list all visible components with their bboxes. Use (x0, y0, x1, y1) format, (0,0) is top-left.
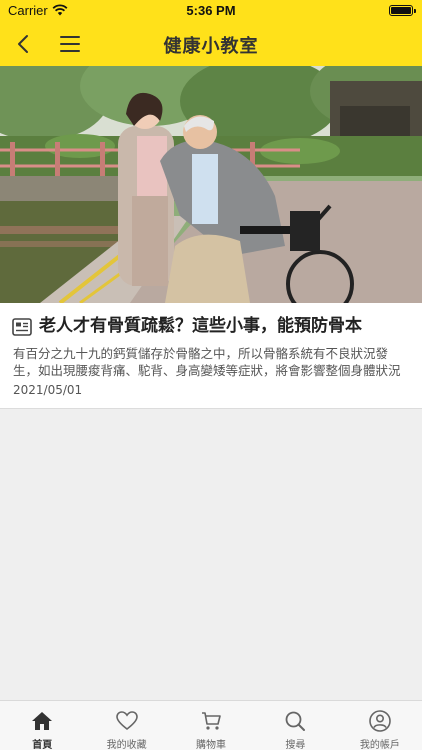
status-bar: Carrier 5:36 PM (0, 0, 422, 22)
article-title[interactable]: 老人才有骨質疏鬆？這些小事，能預防骨本 (39, 314, 412, 338)
tab-favorites[interactable]: 我的收藏 (84, 701, 168, 750)
battery-icon (389, 5, 416, 16)
tab-search[interactable]: 搜尋 (253, 701, 337, 750)
tab-home[interactable]: 首頁 (0, 701, 84, 750)
page-title: 健康小教室 (163, 36, 259, 57)
user-icon (369, 710, 391, 732)
article-title-row: 老人才有骨質疏鬆？這些小事，能預防骨本 (12, 314, 412, 342)
document-icon (12, 318, 32, 336)
tab-cart[interactable]: 購物車 (169, 701, 253, 750)
heart-icon (115, 711, 138, 731)
tab-account[interactable]: 我的帳戶 (338, 701, 422, 750)
article-summary: 有百分之九十九的鈣質儲存於骨骼之中，所以骨骼系統有不良狀況發生，如出現腰痠背痛、… (13, 346, 401, 378)
home-icon (32, 712, 53, 730)
tab-label: 首頁 (32, 740, 53, 750)
tab-label: 搜尋 (285, 740, 306, 750)
tab-bar: 首頁 我的收藏 購物車 搜尋 我的帳戶 (0, 700, 422, 750)
cart-icon (202, 712, 221, 730)
article-date: 2021/05/01 (13, 383, 83, 397)
article-image[interactable] (0, 66, 422, 303)
tab-label: 我的帳戶 (359, 740, 400, 750)
tab-label: 購物車 (196, 740, 227, 750)
tab-label: 我的收藏 (106, 740, 147, 750)
search-icon (286, 711, 306, 731)
nav-bar: 健康小教室 (0, 22, 422, 66)
article-card[interactable]: 老人才有骨質疏鬆？這些小事，能預防骨本 有百分之九十九的鈣質儲存於骨骼之中，所以… (0, 66, 422, 409)
clock: 5:36 PM (186, 3, 236, 18)
